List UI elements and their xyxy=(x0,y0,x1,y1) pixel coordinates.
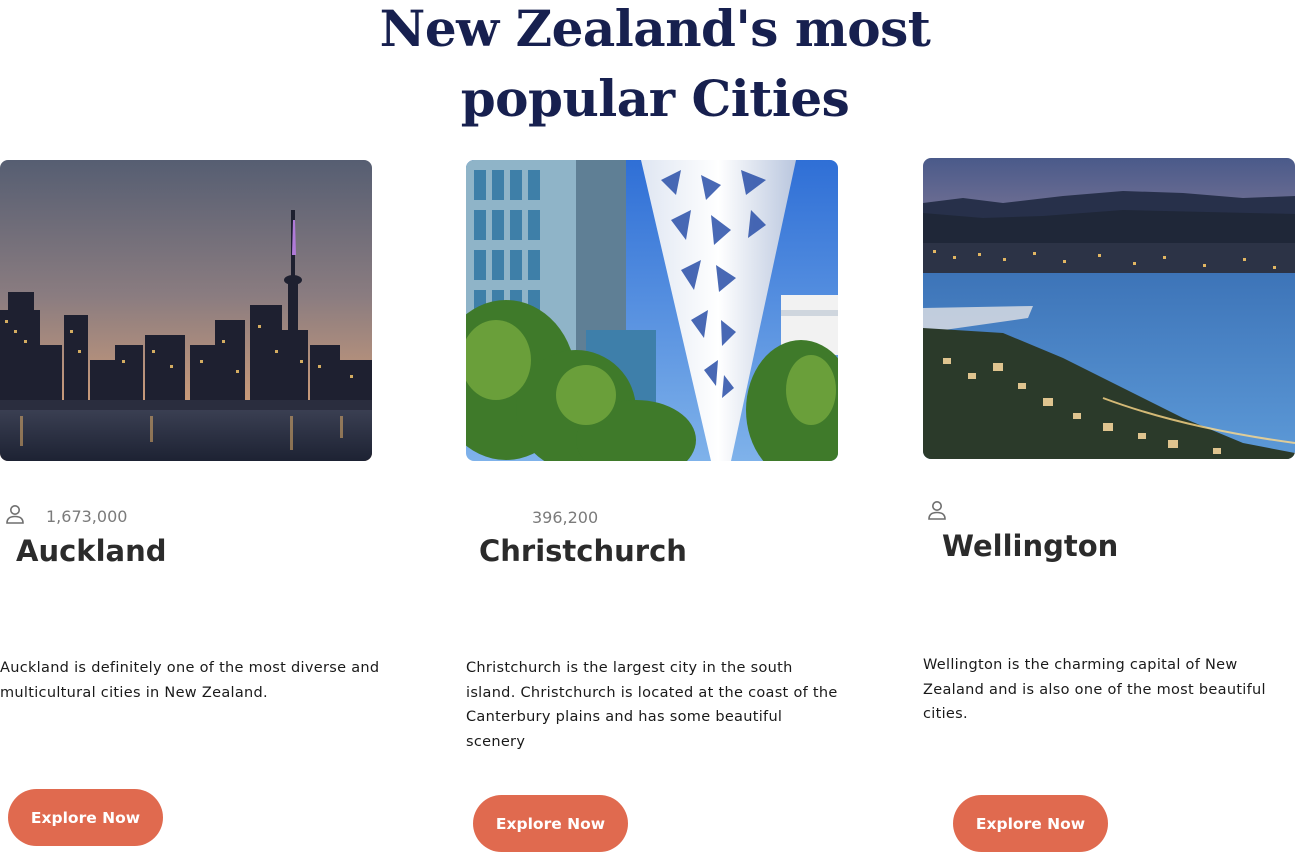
explore-now-button[interactable]: Explore Now xyxy=(953,795,1108,852)
city-description: Auckland is definitely one of the most d… xyxy=(0,660,380,701)
page-title: New Zealand's most popular Cities xyxy=(0,0,1295,134)
city-name: Christchurch xyxy=(479,534,687,568)
explore-now-button[interactable]: Explore Now xyxy=(8,789,163,846)
city-name: Wellington xyxy=(942,529,1119,563)
city-description: Christchurch is the largest city in the … xyxy=(466,660,838,750)
cities-section: New Zealand's most popular Cities 1,673,… xyxy=(0,0,1295,852)
population-value: 396,200 xyxy=(532,508,599,527)
page-title-line1: New Zealand's most xyxy=(379,0,931,58)
explore-now-button[interactable]: Explore Now xyxy=(473,795,628,852)
page-title-line2: popular Cities xyxy=(460,69,850,128)
population-value: 1,673,000 xyxy=(46,507,128,526)
auckland-image xyxy=(0,160,372,461)
city-name: Auckland xyxy=(16,534,167,568)
city-description: Wellington is the charming capital of Ne… xyxy=(923,657,1266,722)
christchurch-image xyxy=(466,160,838,461)
wellington-image xyxy=(923,158,1295,459)
person-icon xyxy=(927,499,947,521)
person-icon xyxy=(5,503,25,525)
